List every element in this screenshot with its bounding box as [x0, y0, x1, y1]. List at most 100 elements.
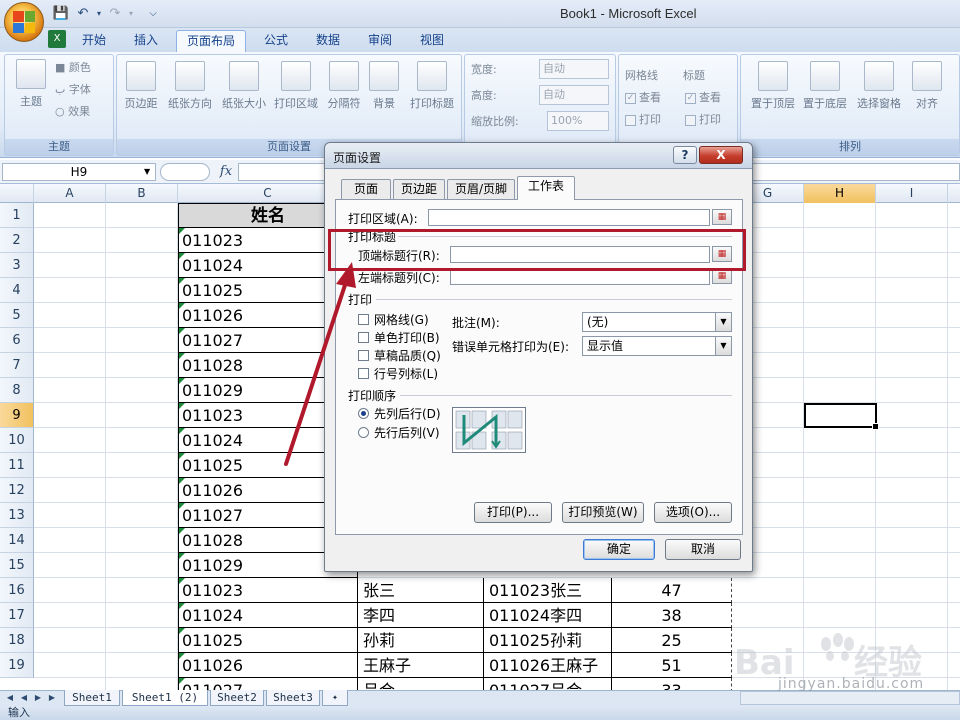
- first-sheet-icon[interactable]: ◀: [4, 691, 16, 705]
- row-header[interactable]: 5: [0, 303, 34, 328]
- tab-review[interactable]: 审阅: [358, 30, 402, 52]
- tab-view[interactable]: 视图: [410, 30, 454, 52]
- row-header[interactable]: 10: [0, 428, 34, 453]
- sheet-tab-sheet2[interactable]: Sheet2: [210, 690, 264, 706]
- headings-view-check[interactable]: ✓ 查看: [685, 89, 721, 107]
- sheet-tab-sheet1[interactable]: Sheet1: [64, 690, 120, 706]
- insert-function-icon[interactable]: fx: [214, 162, 238, 182]
- selected-cell-h9[interactable]: [804, 403, 879, 430]
- column-header-h[interactable]: H: [804, 184, 876, 203]
- row-header[interactable]: 6: [0, 328, 34, 353]
- row-header[interactable]: 17: [0, 603, 34, 628]
- last-sheet-icon[interactable]: ▶: [46, 691, 58, 705]
- table-cell[interactable]: 张三: [358, 578, 484, 603]
- row-header[interactable]: 4: [0, 278, 34, 303]
- background-button[interactable]: 背景: [367, 61, 401, 111]
- insert-sheet-icon[interactable]: ✦: [322, 690, 348, 706]
- comments-select[interactable]: (无) ▼: [582, 312, 732, 332]
- scale-spinner[interactable]: 100%: [547, 111, 609, 131]
- table-cell[interactable]: 38: [612, 603, 732, 628]
- print-area-button[interactable]: 打印区域: [271, 61, 321, 111]
- down-then-over-radio[interactable]: [358, 408, 369, 419]
- row-header[interactable]: 13: [0, 503, 34, 528]
- dialog-tab-margins[interactable]: 页边距: [393, 179, 445, 199]
- table-cell[interactable]: 王麻子: [358, 653, 484, 678]
- tab-home[interactable]: 开始: [72, 30, 116, 52]
- bw-checkbox[interactable]: [358, 332, 369, 343]
- prev-sheet-icon[interactable]: ◀: [18, 691, 30, 705]
- table-cell[interactable]: 011025孙莉: [484, 628, 612, 653]
- row-header[interactable]: 1: [0, 203, 34, 228]
- ok-button[interactable]: 确定: [583, 539, 655, 560]
- bring-to-front-button[interactable]: 置于顶层: [747, 61, 799, 111]
- row-header[interactable]: 19: [0, 653, 34, 678]
- tab-formulas[interactable]: 公式: [254, 30, 298, 52]
- table-cell[interactable]: 011023: [178, 578, 358, 603]
- redo-dropdown-icon[interactable]: ▾: [122, 5, 140, 23]
- width-combo[interactable]: 自动: [539, 59, 609, 79]
- table-cell[interactable]: 011024李四: [484, 603, 612, 628]
- breaks-button[interactable]: 分隔符: [323, 61, 365, 111]
- headings-print-check[interactable]: 打印: [685, 111, 721, 129]
- close-button[interactable]: X: [699, 146, 743, 164]
- row-header[interactable]: 15: [0, 553, 34, 578]
- office-button[interactable]: [4, 2, 44, 42]
- name-box[interactable]: H9: [2, 163, 156, 181]
- table-cell[interactable]: 25: [612, 628, 732, 653]
- row-header[interactable]: 16: [0, 578, 34, 603]
- table-cell[interactable]: 011026王麻子: [484, 653, 612, 678]
- tab-page-layout[interactable]: 页面布局: [176, 30, 246, 52]
- sheet-tab-sheet3[interactable]: Sheet3: [266, 690, 320, 706]
- print-preview-button[interactable]: 打印预览(W): [562, 502, 644, 523]
- sheet-tab-sheet1-2[interactable]: Sheet1 (2): [122, 690, 208, 706]
- row-header[interactable]: 7: [0, 353, 34, 378]
- table-cell[interactable]: 47: [612, 578, 732, 603]
- orientation-button[interactable]: 纸张方向: [165, 61, 215, 111]
- cancel-button[interactable]: 取消: [665, 539, 741, 560]
- dialog-tab-page[interactable]: 页面: [341, 179, 391, 199]
- save-icon[interactable]: 💾: [52, 5, 70, 23]
- table-cell[interactable]: 李四: [358, 603, 484, 628]
- options-button[interactable]: 选项(O)...: [654, 502, 732, 523]
- align-button[interactable]: 对齐: [907, 61, 947, 111]
- column-header-b[interactable]: B: [106, 184, 178, 203]
- table-cell[interactable]: 011025: [178, 628, 358, 653]
- table-cell[interactable]: 011026: [178, 653, 358, 678]
- row-header[interactable]: 8: [0, 378, 34, 403]
- tab-data[interactable]: 数据: [306, 30, 350, 52]
- over-then-down-radio[interactable]: [358, 427, 369, 438]
- column-header-i[interactable]: I: [876, 184, 948, 203]
- row-header[interactable]: 18: [0, 628, 34, 653]
- themes-button[interactable]: 主题: [9, 59, 53, 109]
- draft-checkbox[interactable]: [358, 350, 369, 361]
- headings-checkbox[interactable]: [358, 368, 369, 379]
- gridlines-view-check[interactable]: ✓ 查看: [625, 89, 661, 107]
- print-button[interactable]: 打印(P)...: [474, 502, 552, 523]
- row-header[interactable]: 9: [0, 403, 34, 428]
- colors-button[interactable]: ■ 颜色: [55, 59, 91, 77]
- dialog-tab-sheet[interactable]: 工作表: [517, 176, 575, 200]
- name-box-dropdown-icon[interactable]: ▼: [144, 163, 150, 181]
- next-sheet-icon[interactable]: ▶: [32, 691, 44, 705]
- size-button[interactable]: 纸张大小: [219, 61, 269, 111]
- collapse-dialog-icon[interactable]: ▦: [712, 209, 732, 225]
- table-cell[interactable]: 孙莉: [358, 628, 484, 653]
- fonts-button[interactable]: ب 字体: [55, 81, 91, 99]
- table-cell[interactable]: 011024: [178, 603, 358, 628]
- help-button[interactable]: ?: [673, 146, 697, 164]
- row-header[interactable]: 14: [0, 528, 34, 553]
- print-titles-button[interactable]: 打印标题: [405, 61, 459, 111]
- formula-expand-icon[interactable]: [160, 163, 210, 181]
- row-header[interactable]: 3: [0, 253, 34, 278]
- send-to-back-button[interactable]: 置于底层: [799, 61, 851, 111]
- row-header[interactable]: 11: [0, 453, 34, 478]
- gridlines-checkbox[interactable]: [358, 314, 369, 325]
- height-combo[interactable]: 自动: [539, 85, 609, 105]
- selection-pane-button[interactable]: 选择窗格: [853, 61, 905, 111]
- gridlines-print-check[interactable]: 打印: [625, 111, 661, 129]
- tab-insert[interactable]: 插入: [124, 30, 168, 52]
- dialog-tab-header-footer[interactable]: 页眉/页脚: [447, 179, 515, 199]
- select-all-corner[interactable]: [0, 184, 34, 203]
- row-header[interactable]: 12: [0, 478, 34, 503]
- effects-button[interactable]: ○ 效果: [55, 103, 90, 121]
